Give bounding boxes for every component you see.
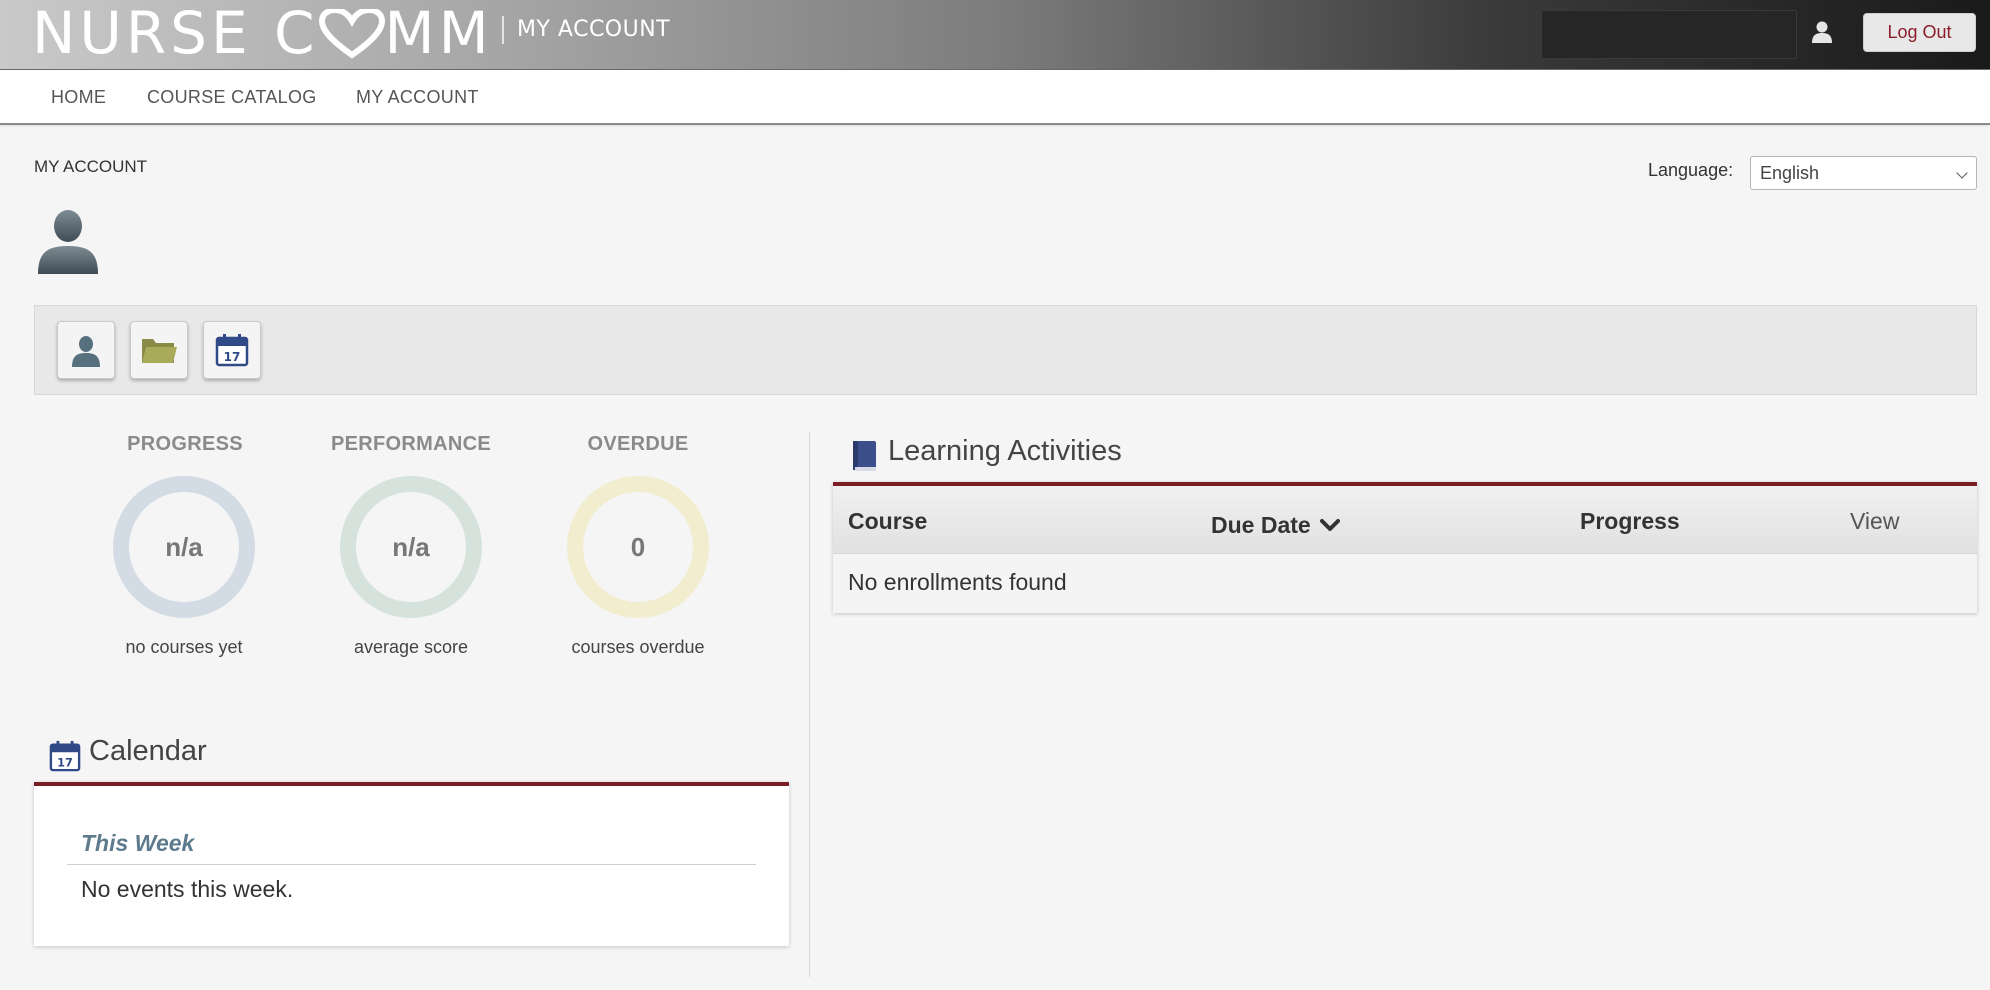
nav-my-account[interactable]: MY ACCOUNT (356, 87, 479, 108)
nursecomm-logo[interactable]: NURSE C MM (32, 2, 493, 64)
progress-label: PROGRESS (127, 433, 243, 455)
page-title: MY ACCOUNT (34, 157, 148, 176)
learning-activities-title: Learning Activities (888, 435, 1122, 467)
nav-home[interactable]: HOME (51, 87, 106, 108)
user-icon[interactable] (1810, 20, 1834, 44)
search-input[interactable] (1541, 10, 1797, 59)
top-header: NURSE C MM MY ACCOUNT Log Out (0, 0, 1990, 70)
calendar-button[interactable]: 17 (203, 321, 261, 379)
main-nav: HOME COURSE CATALOG MY ACCOUNT (0, 70, 1990, 125)
folder-icon (142, 339, 177, 363)
overdue-ring: 0 (567, 476, 709, 618)
column-view[interactable]: View (1850, 508, 1899, 535)
nav-course-catalog[interactable]: COURSE CATALOG (147, 87, 317, 108)
courses-folder-button[interactable] (130, 321, 188, 379)
table-header: Course Due Date Progress View (833, 486, 1977, 554)
table-empty-text: No enrollments found (848, 569, 1067, 595)
column-course[interactable]: Course (848, 508, 927, 535)
language-label: Language: (1648, 160, 1734, 180)
column-due-date[interactable]: Due Date (1211, 512, 1341, 540)
overdue-caption: courses overdue (571, 637, 705, 657)
calendar-empty-text: No events this week. (81, 876, 294, 902)
overdue-value: 0 (630, 531, 646, 562)
header-section-title: MY ACCOUNT (517, 17, 671, 42)
calendar-icon: 17 (49, 740, 81, 772)
person-icon (72, 336, 100, 367)
language-select[interactable]: English (1750, 156, 1977, 190)
table-row: No enrollments found (833, 554, 1977, 613)
book-icon (850, 440, 878, 472)
learning-activities-table: Course Due Date Progress View No enrollm… (833, 482, 1977, 613)
performance-caption: average score (353, 637, 469, 657)
logo-divider (502, 16, 504, 44)
progress-caption: no courses yet (125, 637, 243, 657)
column-due-date-label: Due Date (1211, 512, 1311, 538)
performance-label: PERFORMANCE (331, 433, 491, 455)
chevron-down-icon (1320, 513, 1341, 540)
chevron-down-icon (1956, 167, 1968, 179)
logout-button[interactable]: Log Out (1863, 13, 1976, 52)
svg-text:17: 17 (57, 756, 73, 769)
svg-text:17: 17 (224, 350, 241, 364)
column-progress[interactable]: Progress (1580, 508, 1680, 535)
account-toolbar: 17 (34, 305, 1977, 395)
heart-o-icon (318, 6, 385, 70)
logo-text-right: MM (384, 0, 493, 67)
calendar-week-label: This Week (81, 830, 195, 856)
calendar-title: Calendar (89, 735, 207, 767)
overdue-label: OVERDUE (587, 433, 689, 455)
profile-button[interactable] (57, 321, 115, 379)
calendar-icon: 17 (215, 334, 249, 367)
logo-text-left: NURSE C (32, 0, 319, 67)
performance-value: n/a (392, 531, 430, 562)
language-selected-value: English (1760, 163, 1820, 183)
column-divider (809, 432, 810, 977)
avatar (36, 208, 100, 274)
calendar-panel: This Week No events this week. (34, 782, 789, 946)
progress-value: n/a (165, 531, 203, 562)
performance-ring: n/a (340, 476, 482, 618)
progress-ring: n/a (113, 476, 255, 618)
calendar-divider (67, 864, 756, 865)
